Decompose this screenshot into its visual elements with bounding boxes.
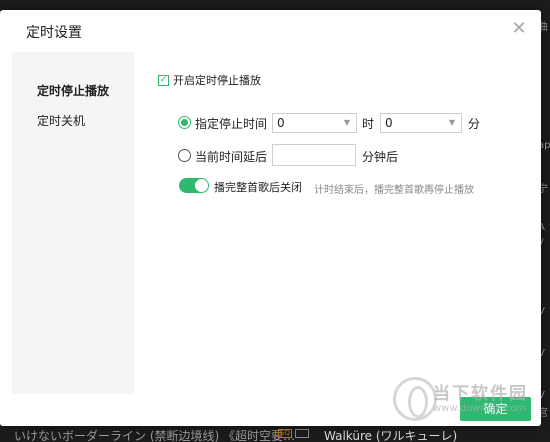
radio-specify-time[interactable] (178, 116, 191, 129)
checkmark-icon[interactable]: ✓ (158, 74, 169, 86)
dialog-sidebar: 定时停止播放 定时关机 (12, 52, 134, 394)
chevron-down-icon: ▼ (343, 118, 350, 127)
background-song-row[interactable]: いけないボーダーライン (禁断边境线) 《超时空要… SQ Walküre (ワ… (0, 425, 550, 442)
specify-time-label: 指定停止时间 (195, 117, 268, 131)
radio-delay[interactable] (178, 149, 191, 162)
close-icon[interactable]: ✕ (509, 19, 529, 39)
delay-unit: 分钟后 (362, 150, 399, 164)
finish-song-hint: 计时结束后，播完整首歌再停止播放 (314, 185, 474, 196)
hour-unit: 时 (362, 117, 375, 131)
sidebar-item-shutdown[interactable]: 定时关机 (37, 112, 85, 129)
enable-timer-checkbox[interactable]: ✓ 开启定时停止播放 (158, 73, 261, 87)
watermark-url: www.downxia.com (433, 403, 527, 414)
watermark-title: 当下软件园 (433, 384, 528, 404)
background-song-artist[interactable]: Walküre (ワルキューレ) (324, 427, 457, 442)
finish-song-toggle[interactable] (179, 178, 209, 193)
sq-badge: SQ (278, 429, 292, 438)
finish-song-label: 播完整首歌后关闭 (214, 181, 302, 194)
enable-timer-label: 开启定时停止播放 (173, 74, 261, 87)
minute-select[interactable]: 0 ▼ (380, 113, 462, 133)
dialog-content: ✓ 开启定时停止播放 指定停止时间 0 ▼ 时 0 ▼ 分 当前时间延后 分钟后… (134, 52, 529, 394)
hour-value: 0 (277, 116, 285, 130)
mv-icon[interactable] (295, 429, 309, 438)
background-right-strip: 曲 ap 宁 A y V V V 宫 (538, 0, 550, 442)
watermark: 当下软件园 www.downxia.com (393, 377, 543, 427)
delay-label: 当前时间延后 (195, 150, 268, 164)
chevron-down-icon: ▼ (448, 118, 455, 127)
background-song-title: いけないボーダーライン (禁断边境线) 《超时空要… (14, 429, 295, 442)
minute-unit: 分 (468, 117, 481, 131)
minute-value: 0 (385, 116, 393, 130)
hour-select[interactable]: 0 ▼ (272, 113, 357, 133)
toggle-knob (195, 179, 208, 192)
dialog-header: 定时设置 ✕ (0, 10, 541, 52)
timer-settings-dialog: 定时设置 ✕ 定时停止播放 定时关机 ✓ 开启定时停止播放 指定停止时间 0 ▼… (0, 10, 541, 426)
sidebar-item-stop-playback[interactable]: 定时停止播放 (37, 82, 109, 99)
delay-minutes-input[interactable] (272, 144, 356, 166)
watermark-logo-icon (393, 377, 437, 421)
dialog-title: 定时设置 (26, 25, 82, 41)
